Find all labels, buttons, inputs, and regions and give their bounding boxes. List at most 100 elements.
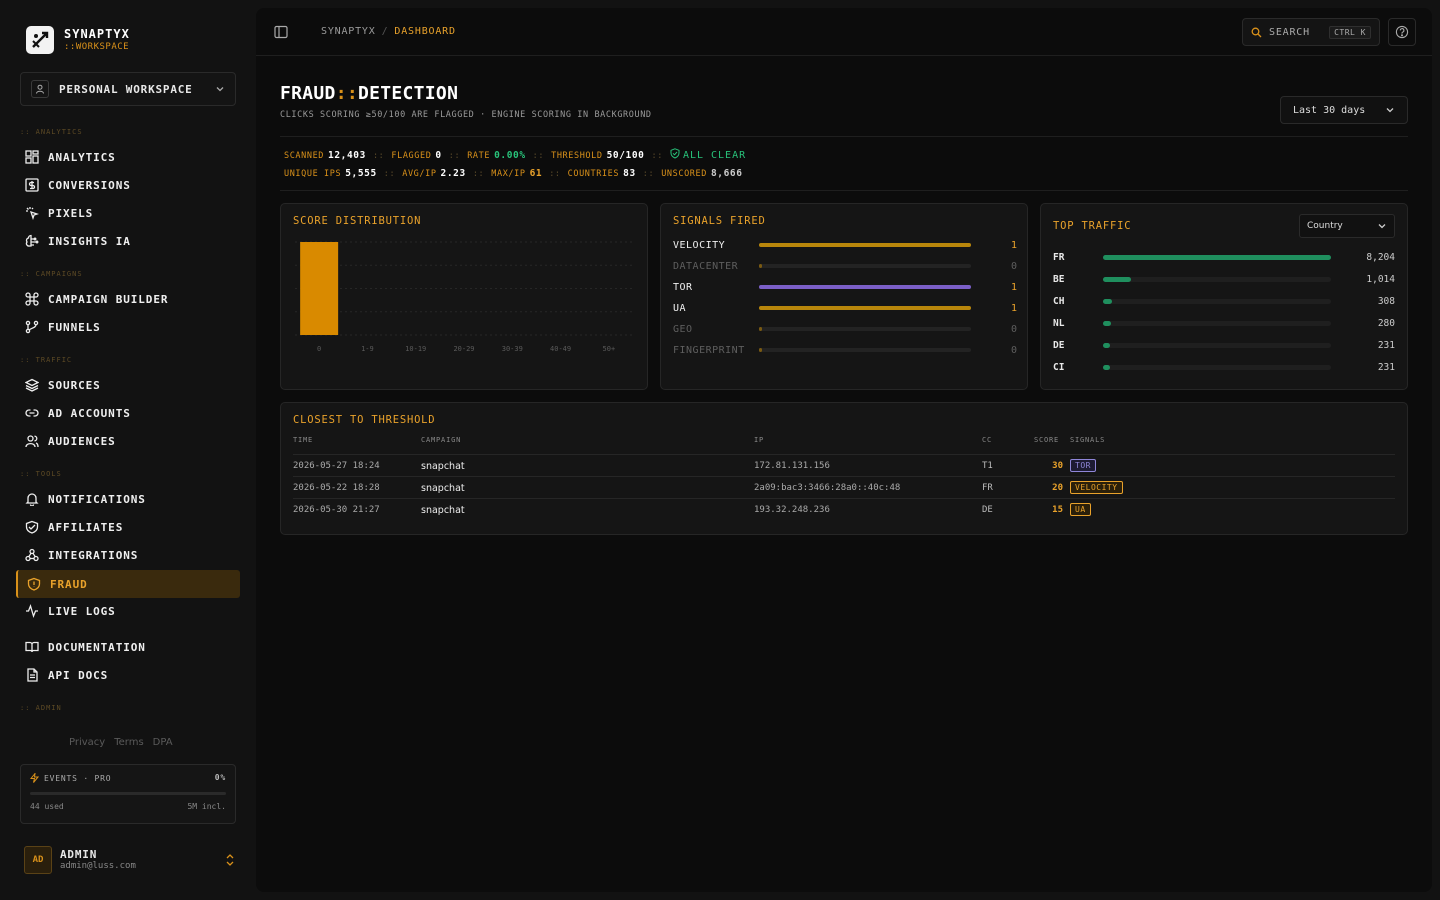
- signal-bar: [759, 285, 971, 289]
- signal-row: VELOCITY 1: [673, 238, 1017, 252]
- breadcrumb: SYNAPTYX / DASHBOARD: [321, 26, 456, 37]
- search-label: SEARCH: [1269, 26, 1310, 38]
- sidebar-toggle-icon[interactable]: [274, 24, 288, 43]
- breadcrumb-root[interactable]: SYNAPTYX: [321, 26, 376, 37]
- stat-avg-ip: 2.23: [440, 168, 466, 179]
- signal-bar-fill: [759, 327, 762, 331]
- cell-ip: 2a09:bac3:3466:28a0::40c:48: [754, 483, 901, 493]
- table-row[interactable]: 2026-05-30 21:27 snapchat 193.32.248.236 DE…: [293, 498, 1395, 520]
- breadcrumb-current: DASHBOARD: [394, 26, 456, 37]
- events-label: EVENTS · PRO: [44, 773, 112, 783]
- cell-time: 2026-05-30 21:27: [293, 505, 380, 515]
- link-icon: [24, 405, 40, 421]
- sidebar-item-live-logs[interactable]: LIVE LOGS: [16, 597, 240, 625]
- cell-score: 15: [1052, 505, 1063, 515]
- table-row[interactable]: 2026-05-27 18:24 snapchat 172.81.131.156 T1…: [293, 454, 1395, 476]
- cell-campaign: snapchat: [421, 483, 465, 494]
- sidebar-item-analytics[interactable]: ANALYTICS: [16, 143, 240, 171]
- search-button[interactable]: SEARCH CTRL K: [1242, 18, 1380, 46]
- sidebar-item-fraud[interactable]: FRAUD: [16, 570, 240, 598]
- section-tools: :: TOOLS: [20, 470, 62, 478]
- brand[interactable]: SYNAPTYX ::WORKSPACE: [26, 26, 130, 54]
- signal-badge: UA: [1070, 503, 1091, 516]
- sidebar-item-pixels[interactable]: PIXELS: [16, 199, 240, 227]
- stat-flagged: 0: [435, 150, 442, 161]
- traffic-count: 8,204: [1366, 251, 1395, 263]
- column-header-score[interactable]: SCORE: [1034, 436, 1059, 444]
- country-code: NL: [1053, 317, 1065, 329]
- users-icon: [24, 433, 40, 449]
- sidebar-item-notifications[interactable]: NOTIFICATIONS: [16, 485, 240, 513]
- stat-threshold: 50/100: [606, 150, 645, 161]
- table-row[interactable]: 2026-05-22 18:28 snapchat 2a09:bac3:3466:2…: [293, 476, 1395, 498]
- column-header-campaign[interactable]: CAMPAIGN: [421, 436, 461, 444]
- traffic-count: 308: [1377, 295, 1395, 307]
- sidebar-item-affiliates[interactable]: AFFILIATES: [16, 513, 240, 541]
- sidebar-item-ad-accounts[interactable]: AD ACCOUNTS: [16, 399, 240, 427]
- help-icon[interactable]: [1388, 18, 1416, 46]
- card-title: SCORE DISTRIBUTION: [293, 215, 422, 227]
- x-tick-label: 30-39: [502, 345, 523, 353]
- sidebar-item-label: CONVERSIONS: [48, 178, 131, 192]
- traffic-bar: [1103, 320, 1331, 326]
- column-header-time[interactable]: TIME: [293, 436, 313, 444]
- brand-sub: ::WORKSPACE: [64, 42, 130, 52]
- column-header-cc[interactable]: CC: [982, 436, 992, 444]
- events-included: 5M incl.: [187, 802, 226, 811]
- chevron-down-icon: [1386, 108, 1394, 113]
- traffic-bar-fill: [1103, 276, 1132, 282]
- signal-bar-fill: [759, 348, 762, 352]
- group-by-select[interactable]: Country: [1299, 214, 1395, 238]
- x-tick-label: 10-19: [405, 345, 426, 353]
- signal-row: DATACENTER 0: [673, 259, 1017, 273]
- country-code: FR: [1053, 251, 1065, 263]
- activity-icon: [24, 603, 40, 619]
- sidebar-item-conversions[interactable]: CONVERSIONS: [16, 171, 240, 199]
- stats-row-secondary: UNIQUE IPS 5,555:: AVG/IP 2.23:: MAX/IP 61:: C…: [284, 168, 743, 179]
- sidebar-item-insights-ia[interactable]: INSIGHTS IA: [16, 227, 240, 255]
- date-range-select[interactable]: Last 30 days: [1280, 96, 1408, 124]
- stats-row-primary: SCANNED 12,403:: FLAGGED 0:: RATE 0.00%:: THRE…: [284, 148, 747, 161]
- date-range-value: Last 30 days: [1293, 104, 1366, 116]
- shield-alert-icon: [26, 576, 42, 592]
- traffic-bar-fill: [1103, 298, 1112, 304]
- privacy-link[interactable]: Privacy: [69, 737, 105, 748]
- sidebar-item-documentation[interactable]: DOCUMENTATION: [16, 633, 240, 661]
- traffic-row: DE 231: [1053, 338, 1395, 352]
- sidebar-item-integrations[interactable]: INTEGRATIONS: [16, 541, 240, 569]
- bell-icon: [24, 491, 40, 507]
- dpa-link[interactable]: DPA: [153, 737, 173, 748]
- user-menu[interactable]: AD ADMIN admin@luss.com: [24, 845, 236, 875]
- sidebar-item-label: ANALYTICS: [48, 150, 116, 164]
- signal-row: GEO 0: [673, 322, 1017, 336]
- chevrons-up-down-icon: [226, 854, 234, 866]
- traffic-row: CH 308: [1053, 294, 1395, 308]
- card-title: CLOSEST TO THRESHOLD: [293, 414, 436, 426]
- sidebar-item-campaign-builder[interactable]: CAMPAIGN BUILDER: [16, 285, 240, 313]
- sidebar-item-api-docs[interactable]: API DOCS: [16, 661, 240, 689]
- shield-check-icon: [670, 148, 680, 159]
- cell-ip: 172.81.131.156: [754, 461, 830, 471]
- workspace-selector[interactable]: PERSONAL WORKSPACE: [20, 72, 236, 106]
- signal-count: 0: [1010, 323, 1017, 335]
- x-tick-label: 20-29: [453, 345, 474, 353]
- cell-score: 30: [1052, 461, 1063, 471]
- column-header-signals[interactable]: SIGNALS: [1070, 436, 1105, 444]
- section-traffic: :: TRAFFIC: [20, 356, 73, 364]
- page-title: FRAUD::DETECTION: [280, 83, 459, 104]
- bar-0[interactable]: [300, 242, 339, 335]
- events-used: 44 used: [30, 802, 64, 811]
- events-usage-card: EVENTS · PRO 0% 44 used 5M incl.: [20, 764, 236, 824]
- main-panel: SYNAPTYX / DASHBOARD SEARCH CTRL K FRAUD::…: [256, 8, 1432, 892]
- page-subtitle: CLICKS SCORING ≥50/100 ARE FLAGGED · ENG…: [280, 110, 652, 120]
- signal-bar: [759, 243, 971, 247]
- signal-bar-fill: [759, 243, 971, 247]
- signal-bar-fill: [759, 306, 971, 310]
- column-header-ip[interactable]: IP: [754, 436, 764, 444]
- terms-link[interactable]: Terms: [114, 737, 143, 748]
- handshake-icon: [24, 519, 40, 535]
- sidebar-item-funnels[interactable]: FUNNELS: [16, 313, 240, 341]
- score-distribution-chart: 0 1-9 10-19 20-29 30-39 40-49 50+: [295, 241, 633, 353]
- sidebar-item-sources[interactable]: SOURCES: [16, 371, 240, 399]
- sidebar-item-audiences[interactable]: AUDIENCES: [16, 427, 240, 455]
